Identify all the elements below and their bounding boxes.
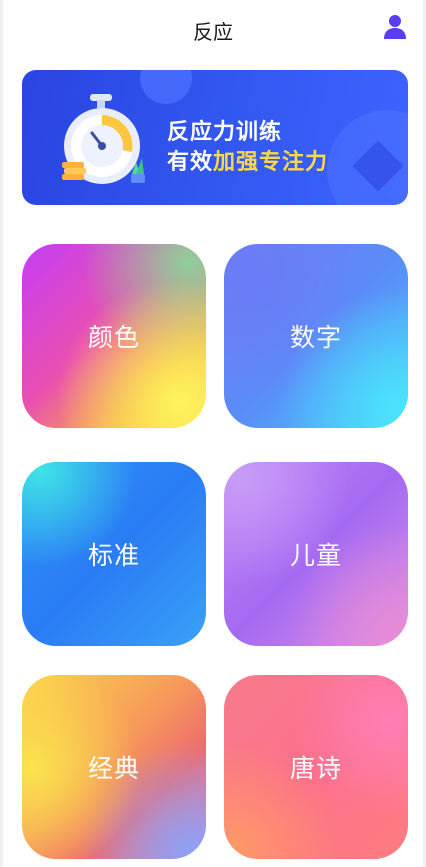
- promo-banner[interactable]: 反应力训练 有效加强专注力: [22, 70, 408, 205]
- mode-tile-children[interactable]: 儿童: [224, 462, 408, 646]
- mode-tile-classic[interactable]: 经典: [22, 675, 206, 859]
- screen: 反应 反应力训练 有效加强专注力 颜色 数字 标准 儿童 经典 唐诗: [3, 0, 423, 867]
- mode-tile-label: 儿童: [289, 541, 342, 570]
- mode-tile-standard[interactable]: 标准: [22, 462, 206, 646]
- app-header: 反应: [3, 0, 423, 56]
- banner-subline: 有效加强专注力: [167, 144, 328, 176]
- stopwatch-icon: [62, 94, 145, 184]
- mode-tile-label: 唐诗: [289, 754, 342, 783]
- mode-tile-label: 颜色: [87, 323, 140, 352]
- user-icon: [384, 15, 406, 39]
- mode-tile-label: 经典: [87, 754, 140, 783]
- banner-headline: 反应力训练: [167, 120, 283, 145]
- mode-tile-label: 数字: [289, 323, 342, 352]
- banner-subline-prefix: 有效: [167, 150, 214, 175]
- page-title: 反应: [193, 20, 233, 44]
- banner-subline-highlight: 加强专注力: [213, 150, 329, 175]
- mode-tile-number[interactable]: 数字: [224, 244, 408, 428]
- mode-tile-color[interactable]: 颜色: [22, 244, 206, 428]
- user-button[interactable]: [383, 14, 407, 40]
- mode-tile-label: 标准: [87, 541, 140, 570]
- mode-tile-tang-poetry[interactable]: 唐诗: [224, 675, 408, 859]
